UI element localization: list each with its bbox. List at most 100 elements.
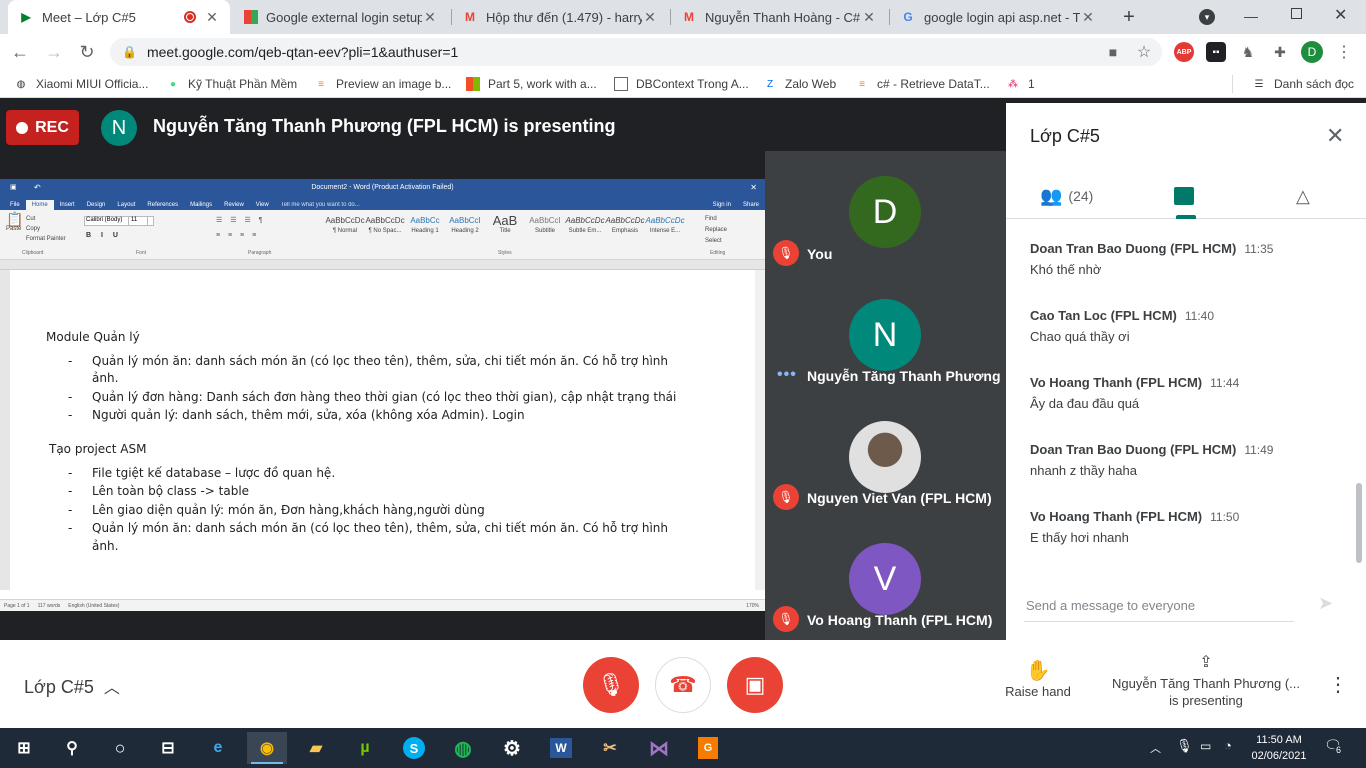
chrome-taskbar-icon[interactable]: ◉ — [247, 732, 287, 764]
cortana-icon[interactable]: ○ — [100, 732, 140, 764]
word-ribbon-tabs: File Home Insert Design Layout Reference… — [0, 195, 765, 210]
search-icon[interactable]: ⚲ — [52, 732, 92, 764]
lock-icon[interactable]: 🔒 — [122, 45, 137, 59]
adblock-icon[interactable]: ABP — [1174, 42, 1194, 62]
activities-icon[interactable]: △ — [1296, 181, 1310, 211]
style-sample: AaBbCcDc — [645, 216, 685, 225]
close-tab-icon[interactable]: ✕ — [1080, 9, 1096, 26]
word-undo-icon: ↶ — [34, 182, 41, 192]
tab-google-search[interactable]: G google login api asp.net - Tìm ✕ — [890, 0, 1106, 34]
chrome-menu-icon[interactable]: ⋮ — [1334, 42, 1354, 62]
utorrent-icon[interactable]: µ — [345, 732, 385, 764]
camera-toggle-button[interactable]: ▣ — [727, 657, 783, 713]
spotify-icon[interactable]: ◍ — [443, 732, 483, 764]
send-icon[interactable]: ➤ — [1318, 593, 1333, 614]
chat-message-input[interactable]: Send a message to everyone — [1026, 598, 1195, 613]
list-dash: - — [68, 408, 73, 422]
tab-people[interactable]: 👥 (24) — [1040, 181, 1093, 211]
close-tab-icon[interactable]: ✕ — [204, 9, 220, 26]
raise-hand-button[interactable]: ✋ Raise hand — [1000, 658, 1076, 699]
settings-gear-icon[interactable]: ⚙ — [492, 732, 532, 764]
edge-icon[interactable]: e — [198, 732, 238, 764]
reload-icon[interactable]: ↻ — [75, 40, 99, 64]
tools-icon[interactable]: ✂ — [590, 732, 630, 764]
foxit-pdf-icon[interactable]: G — [688, 732, 728, 764]
stackoverflow-icon: ≡ — [859, 78, 865, 90]
bookmark-item[interactable]: Part 5, work with a... — [466, 75, 597, 93]
close-panel-icon[interactable]: ✕ — [1326, 123, 1344, 149]
new-tab-button[interactable]: + — [1118, 6, 1140, 28]
windows-start-icon[interactable]: ⊞ — [4, 732, 44, 764]
bookmark-item[interactable]: ≡ Preview an image b... — [314, 75, 451, 93]
google-icon: G — [903, 10, 913, 24]
word-taskbar-icon[interactable]: W — [541, 732, 581, 764]
tab-chat[interactable] — [1174, 181, 1194, 211]
close-tab-icon[interactable]: ✕ — [861, 9, 877, 26]
puzzle-extensions-icon[interactable]: ✚ — [1270, 42, 1290, 62]
minimize-icon[interactable]: — — [1244, 8, 1258, 24]
list-text: File tgiệt kế database – lược đồ quan hệ… — [92, 466, 336, 480]
participant-avatar: D — [849, 176, 921, 248]
bookmark-item[interactable]: DBContext Trong A... — [614, 75, 749, 93]
mic-toggle-button[interactable]: 🎙 — [583, 657, 639, 713]
address-bar[interactable]: 🔒 meet.google.com/qeb-qtan-eev?pli=1&aut… — [110, 38, 1162, 66]
visual-studio-icon[interactable]: ⋈ — [639, 732, 679, 764]
restore-icon[interactable] — [1291, 8, 1302, 19]
chat-scrollbar[interactable] — [1356, 483, 1362, 563]
chat-panel: Lớp C#5 ✕ 👥 (24) △ Doan Tran Bao Duong (… — [1006, 103, 1366, 640]
extension-icon[interactable]: ♞ — [1238, 42, 1258, 62]
reading-list[interactable]: ☰ Danh sách đọc — [1252, 75, 1355, 93]
forward-icon[interactable]: → — [42, 40, 66, 64]
tab-meet[interactable]: ▶ Meet – Lớp C#5 ✕ — [8, 0, 230, 34]
bookmark-item[interactable]: ⁂ 1 — [1006, 75, 1035, 93]
extension-icon[interactable]: ▪▪ — [1206, 42, 1226, 62]
style-subtle-emphasis: AaBbCcDc Subtle Em... — [565, 214, 605, 240]
word-tab: Insert — [59, 202, 75, 208]
file-explorer-icon[interactable]: ▰ — [296, 732, 336, 764]
profile-avatar[interactable]: D — [1301, 41, 1323, 63]
message-text: E thấy hơi nhanh — [1030, 530, 1129, 545]
style-heading1: AaBbCc Heading 1 — [405, 214, 445, 240]
tab-search-icon[interactable]: ▾ — [1199, 9, 1215, 25]
camera-icon[interactable]: ■ — [1103, 42, 1123, 62]
battery-icon[interactable]: ▭ — [1200, 739, 1211, 753]
bookmark-star-icon[interactable]: ☆ — [1134, 42, 1154, 62]
list-text: Quản lý đơn hàng: Danh sách đơn hàng the… — [92, 390, 677, 404]
style-name: ¶ Normal — [332, 228, 358, 234]
more-options-icon[interactable]: ⋮ — [1328, 672, 1348, 697]
list-text: Người quản lý: danh sách, thêm mới, sửa,… — [92, 408, 525, 422]
system-clock[interactable]: 11:50 AM 02/06/2021 — [1248, 732, 1310, 764]
tab-gmail-inbox[interactable]: M Hộp thư đến (1.479) - harrysu ✕ — [452, 0, 668, 34]
skype-icon[interactable]: S — [394, 732, 434, 764]
bookmark-item[interactable]: ● Kỹ Thuật Phần Mềm — [166, 75, 297, 93]
word-tab: Review — [224, 202, 244, 208]
presenting-button[interactable]: ⇪ Nguyễn Tăng Thanh Phương (... is prese… — [1106, 652, 1306, 708]
chevron-up-tray-icon[interactable]: ︿ — [1150, 740, 1161, 756]
word-tab: Design — [86, 202, 106, 208]
close-tab-icon[interactable]: ✕ — [642, 9, 658, 26]
close-tab-icon[interactable]: ✕ — [422, 9, 438, 26]
back-icon[interactable]: ← — [8, 40, 32, 64]
chat-icon — [1174, 187, 1194, 205]
leave-call-button[interactable]: ☎ — [655, 657, 711, 713]
participant-name: You — [807, 246, 833, 262]
format-painter-label: Format Painter — [26, 236, 66, 242]
google-docs-icon — [244, 10, 258, 24]
style-subtitle: AaBbCcI Subtitle — [525, 214, 565, 240]
reading-list-label: Danh sách đọc — [1274, 77, 1355, 91]
close-window-icon[interactable]: ✕ — [1334, 5, 1347, 25]
wifi-icon[interactable]: ◔ — [1224, 738, 1232, 753]
task-view-icon[interactable]: ⊟ — [148, 732, 188, 764]
microphone-tray-icon[interactable]: 🎙 — [1176, 738, 1193, 754]
meeting-details[interactable]: Lớp C#5 ︿ — [24, 674, 120, 698]
tab-gmail-hoang[interactable]: M Nguyễn Thanh Hoàng - C# D ✕ — [671, 0, 887, 34]
word-save-icon: ▣ — [10, 184, 17, 191]
list-dash: - — [68, 503, 73, 517]
bookmark-item[interactable]: Z Zalo Web — [763, 75, 836, 93]
bookmark-item[interactable]: ≡ c# - Retrieve DataT... — [855, 75, 990, 93]
bookmarks-bar: ◍ Xiaomi MIUI Officia... ● Kỹ Thuật Phần M… — [0, 70, 1366, 98]
bookmark-item[interactable]: ◍ Xiaomi MIUI Officia... — [14, 75, 149, 93]
notifications-icon[interactable]: 🗨 6 — [1324, 737, 1344, 757]
tab-google-login[interactable]: Google external login setup i ✕ — [234, 0, 448, 34]
tab-title: Meet – Lớp C#5 — [42, 9, 136, 25]
